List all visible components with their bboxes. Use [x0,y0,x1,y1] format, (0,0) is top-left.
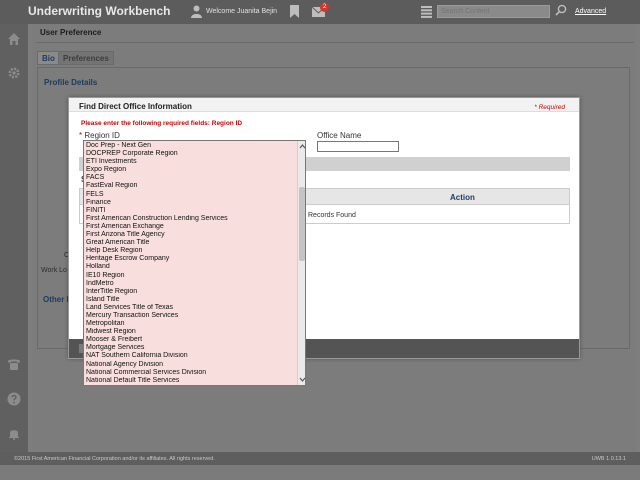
region-option[interactable]: IE10 Region [86,272,296,280]
page-title: User Preference [40,28,102,37]
validation-error: Please enter the following required fiel… [81,120,243,127]
region-id-label-text: Region ID [84,131,120,140]
region-option[interactable]: Island Title [86,296,296,304]
region-option[interactable]: InterTitle Region [86,288,296,296]
region-options: Doc Prep - Next Gen DOCPREP Corporate Reg… [86,142,296,385]
scroll-thumb[interactable] [299,187,305,261]
region-option[interactable]: IndMetro [86,280,296,288]
list-icon[interactable] [421,6,432,18]
region-option[interactable]: FACS [86,174,296,182]
home-icon[interactable] [7,32,21,46]
bottom-strip [0,465,640,480]
region-option[interactable]: First Arizona Title Agency [86,231,296,239]
region-option[interactable]: Doc Prep - Next Gen [86,142,296,150]
gear-icon[interactable] [7,66,21,80]
region-option[interactable]: Expo Region [86,166,296,174]
region-option[interactable]: Great American Title [86,239,296,247]
phone-icon[interactable] [7,357,21,371]
region-option[interactable]: DOCPREP Corporate Region [86,150,296,158]
region-option[interactable]: FELS [86,191,296,199]
required-note: * Required [534,104,565,111]
advanced-search-link[interactable]: Advanced [575,8,606,15]
mail-count-badge: 2 [320,3,329,12]
region-option[interactable]: National Agency Division [86,361,296,369]
app-title[interactable]: Underwriting Workbench [28,4,170,18]
region-option[interactable]: Help Desk Region [86,247,296,255]
region-option[interactable]: Mooser & Freibert [86,336,296,344]
region-option[interactable]: Holland [86,263,296,271]
region-option[interactable]: NAT Southern California Division [86,352,296,360]
office-name-input[interactable] [317,141,399,152]
action-column-header: Action [450,193,475,202]
left-sidebar [0,24,28,452]
region-option[interactable]: Finance [86,199,296,207]
search-input[interactable] [437,5,550,18]
region-option[interactable]: ETI Investments [86,158,296,166]
help-icon[interactable] [7,392,21,406]
region-option[interactable]: First American Construction Lending Serv… [86,215,296,223]
copyright-text: ©2015 First American Financial Corporati… [14,456,215,462]
region-option[interactable]: National Default Title Services [86,377,296,385]
dialog-title: Find Direct Office Information [79,102,192,111]
ghost-label: Work Lo [41,267,67,274]
list-scrollbar[interactable] [297,141,306,385]
region-option[interactable]: First American Exchange [86,223,296,231]
tab-bio[interactable]: Bio [37,51,60,65]
bell-icon[interactable] [7,426,21,440]
region-option[interactable]: FastEval Region [86,182,296,190]
region-option[interactable]: FINITI [86,207,296,215]
region-option[interactable]: Mercury Transaction Services [86,312,296,320]
profile-details-heading: Profile Details [44,78,98,87]
divider [36,42,634,43]
region-option[interactable]: National Commercial Services Division [86,369,296,377]
region-option[interactable]: Metropolitan [86,320,296,328]
office-name-label: Office Name [317,131,362,140]
no-records-message: Records Found [308,212,356,219]
region-option[interactable]: Mortgage Services [86,344,296,352]
region-id-label: * Region ID [79,131,120,140]
dialog-header: Find Direct Office Information * Require… [69,98,579,112]
version-text: UWB 1.0.13.1 [591,456,626,462]
welcome-text: Welcome Juanita Bejin [206,8,278,15]
tab-preferences[interactable]: Preferences [58,51,114,65]
region-id-dropdown-list[interactable]: Doc Prep - Next Gen DOCPREP Corporate Reg… [83,140,306,386]
scroll-down-icon[interactable] [298,375,306,384]
region-option[interactable]: Land Services Title of Texas [86,304,296,312]
bookmark-icon[interactable] [290,5,299,18]
user-icon[interactable] [191,5,202,18]
region-option[interactable]: Heritage Escrow Company [86,255,296,263]
region-option[interactable]: Midwest Region [86,328,296,336]
top-header: Underwriting Workbench Welcome Juanita B… [0,0,640,24]
required-mark: * [79,131,83,140]
page-footer: ©2015 First American Financial Corporati… [0,452,640,465]
search-icon[interactable] [555,4,567,16]
scroll-up-icon[interactable] [298,142,306,151]
